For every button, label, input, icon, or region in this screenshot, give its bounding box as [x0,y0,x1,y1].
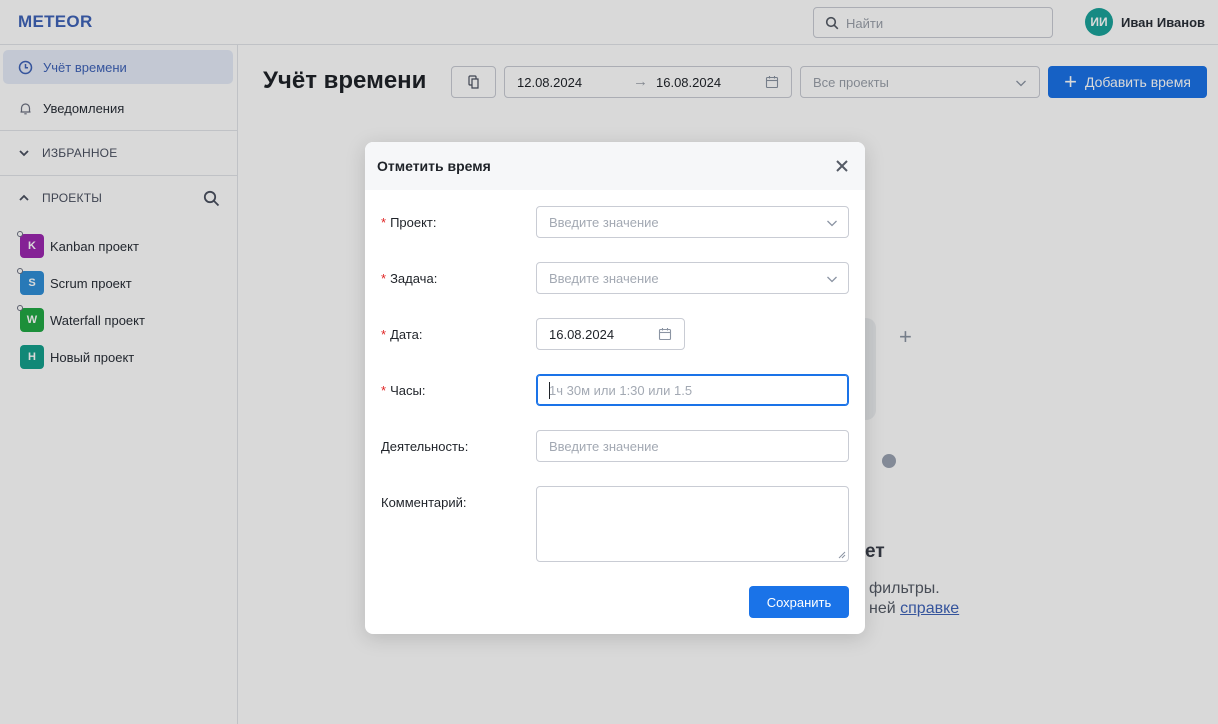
save-button[interactable]: Сохранить [749,586,849,618]
text-caret [549,382,550,399]
comment-label: Комментарий: [381,495,467,510]
hours-label: * Часы: [381,383,426,398]
chevron-down-icon [827,220,837,227]
calendar-icon [658,328,672,341]
project-select[interactable]: Введите значение [536,206,849,238]
close-icon[interactable] [835,159,849,173]
resize-handle-icon[interactable] [838,551,846,559]
chevron-down-icon [827,276,837,283]
activity-select[interactable]: Введите значение [536,430,849,462]
comment-textarea[interactable] [536,486,849,562]
dialog-title: Отметить время [377,158,491,174]
dialog-header: Отметить время [365,142,865,190]
task-label: * Задача: [381,271,438,286]
log-time-dialog: Отметить время * Проект: Введите значение… [365,142,865,634]
task-select[interactable]: Введите значение [536,262,849,294]
date-picker[interactable]: 16.08.2024 [536,318,685,350]
project-label: * Проект: [381,215,437,230]
activity-label: Деятельность: [381,439,469,454]
hours-input[interactable]: 1ч 30м или 1:30 или 1.5 [536,374,849,406]
date-label: * Дата: [381,327,423,342]
